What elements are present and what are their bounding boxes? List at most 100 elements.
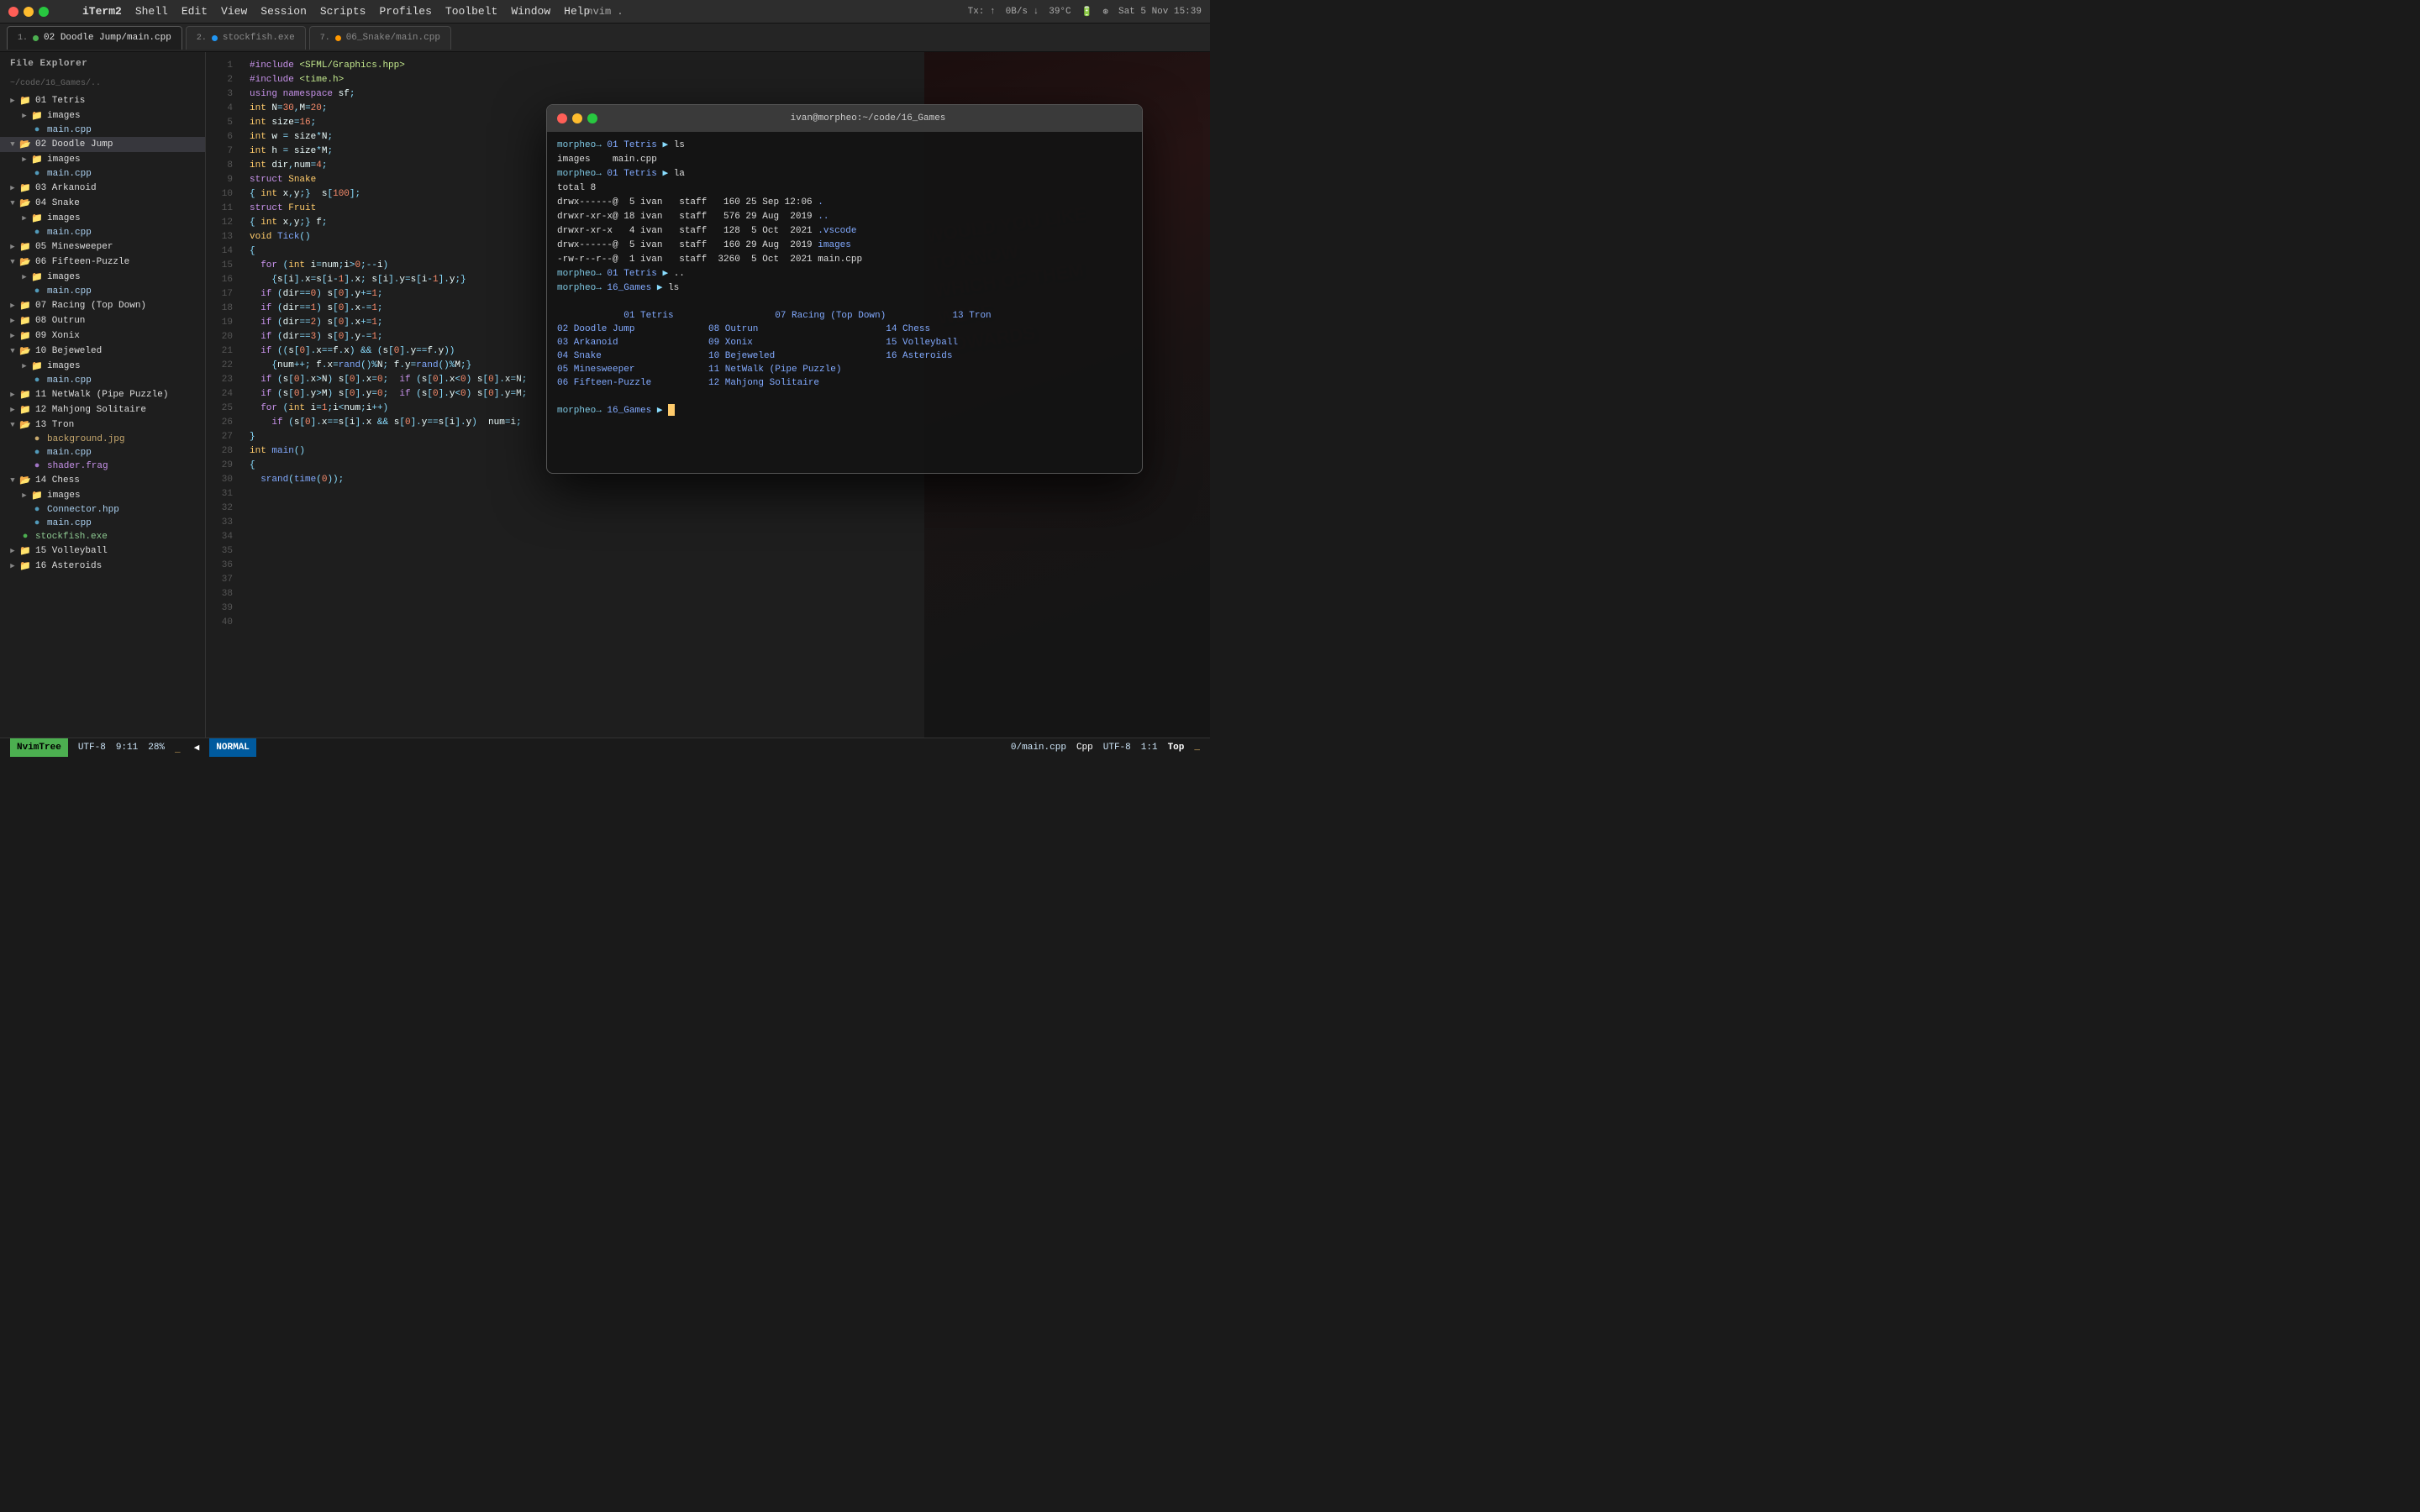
term-line-ls-output: 01 Tetris02 Doodle Jump03 Arkanoid04 Sna… [557,296,1132,403]
tree-folder-08outrun[interactable]: ▶ 📁 08 Outrun [0,313,205,328]
maximize-button[interactable] [39,7,49,17]
tree-folder-04snake[interactable]: ▼ 📂 04 Snake [0,196,205,211]
tree-file-shader-13[interactable]: ● shader.frag [0,459,205,473]
tab-1[interactable]: 1. 02 Doodle Jump/main.cpp [7,26,182,50]
tree-file-main-02[interactable]: ● main.cpp [0,167,205,181]
tab-dot-2 [212,35,218,41]
folder-icon-08: 📁 [18,315,32,327]
arrow-03arkanoid: ▶ [7,184,18,192]
label-10: 10 Bejeweled [35,346,102,356]
folder-icon-01tetris: 📁 [18,95,32,107]
minimize-button[interactable] [24,7,34,17]
tree-folder-13tron[interactable]: ▼ 📂 13 Tron [0,417,205,433]
menu-scripts[interactable]: Scripts [320,5,366,18]
folder-icon-05: 📁 [18,241,32,253]
label-main-06: main.cpp [47,286,92,297]
tree-folder-images-02[interactable]: ▶ 📁 images [0,152,205,167]
tx-label: Tx: ↑ [968,7,996,17]
folder-icon-images-06: 📁 [30,271,44,283]
wifi-icon: ⊛ [1102,6,1108,18]
file-icon-main-04: ● [30,228,44,238]
tab-label-2: stockfish.exe [223,33,295,43]
tree-folder-01tetris[interactable]: ▶ 📁 01 Tetris [0,93,205,108]
tree-folder-06fifteen[interactable]: ▼ 📂 06 Fifteen-Puzzle [0,255,205,270]
terminal-body[interactable]: morpheo→ 01 Tetris ▶ ls images main.cpp … [547,132,1142,473]
tree-folder-10bejeweled[interactable]: ▼ 📂 10 Bejeweled [0,344,205,359]
status-left: NvimTree UTF-8 9:11 28% _ ◀ NORMAL [10,738,256,757]
tree-folder-02doodle[interactable]: ▼ 📂 02 Doodle Jump [0,137,205,152]
label-11: 11 NetWalk (Pipe Puzzle) [35,390,168,400]
terminal-window[interactable]: ivan@morpheo:~/code/16_Games morpheo→ 01… [546,104,1143,474]
tree-file-main-10[interactable]: ● main.cpp [0,374,205,387]
tree-folder-16asteroids[interactable]: ▶ 📁 16 Asteroids [0,559,205,574]
tree-folder-14chess[interactable]: ▼ 📂 14 Chess [0,473,205,488]
tree-folder-12mahjong[interactable]: ▶ 📁 12 Mahjong Solitaire [0,402,205,417]
terminal-max-button[interactable] [587,113,597,123]
menu-window[interactable]: Window [511,5,550,18]
term-line-10: morpheo→ 01 Tetris ▶ .. [557,267,1132,281]
battery-icon: 🔋 [1081,6,1093,18]
normal-mode-badge: NORMAL [209,738,256,757]
arrow-images-04: ▶ [18,214,30,223]
tree-folder-11netwalk[interactable]: ▶ 📁 11 NetWalk (Pipe Puzzle) [0,387,205,402]
tree-folder-images-04[interactable]: ▶ 📁 images [0,211,205,226]
menu-profiles[interactable]: Profiles [379,5,431,18]
file-icon-main-01: ● [30,125,44,135]
folder-icon-07: 📁 [18,300,32,312]
label-main-14: main.cpp [47,518,92,528]
status-enc2: UTF-8 [1103,743,1131,753]
rx-label: 0B/s ↓ [1006,7,1039,17]
tree-file-bg-13[interactable]: ● background.jpg [0,433,205,446]
tab-num-3: 7. [320,34,330,43]
status-encoding: UTF-8 [78,743,106,753]
tab-3[interactable]: 7. 06_Snake/main.cpp [309,26,451,50]
folder-icon-14: 📂 [18,475,32,486]
menu-toolbelt[interactable]: Toolbelt [445,5,497,18]
arrow-10: ▼ [7,347,18,355]
tree-folder-09xonix[interactable]: ▶ 📁 09 Xonix [0,328,205,344]
menu-session[interactable]: Session [260,5,307,18]
folder-icon-10: 📂 [18,345,32,357]
tree-file-main-06[interactable]: ● main.cpp [0,285,205,298]
close-button[interactable] [8,7,18,17]
term-line-6: drwxr-xr-x@ 18 ivan staff 576 29 Aug 201… [557,210,1132,223]
menu-view[interactable]: View [221,5,247,18]
terminal-title: ivan@morpheo:~/code/16_Games [604,113,1132,123]
tree-file-stockfish[interactable]: ● stockfish.exe [0,530,205,543]
folder-icon-images-02: 📁 [30,154,44,165]
label-images-02: images [47,155,81,165]
tree-folder-images-01[interactable]: ▶ 📁 images [0,108,205,123]
terminal-min-button[interactable] [572,113,582,123]
arrow-02doodle: ▼ [7,140,18,149]
tree-folder-07racing[interactable]: ▶ 📁 07 Racing (Top Down) [0,298,205,313]
arrow-images-01: ▶ [18,112,30,120]
tree-file-main-04[interactable]: ● main.cpp [0,226,205,239]
tree-folder-images-06[interactable]: ▶ 📁 images [0,270,205,285]
menu-edit[interactable]: Edit [182,5,208,18]
tree-folder-15volleyball[interactable]: ▶ 📁 15 Volleyball [0,543,205,559]
tree-folder-images-14[interactable]: ▶ 📁 images [0,488,205,503]
tree-file-connector-14[interactable]: ● Connector.hpp [0,503,205,517]
tree-folder-03arkanoid[interactable]: ▶ 📁 03 Arkanoid [0,181,205,196]
terminal-close-button[interactable] [557,113,567,123]
tree-folder-images-10[interactable]: ▶ 📁 images [0,359,205,374]
arrow-05: ▶ [7,243,18,251]
tab-2[interactable]: 2. stockfish.exe [186,26,306,50]
folder-icon-15: 📁 [18,545,32,557]
arrow-images-14: ▶ [18,491,30,500]
tree-file-main-01[interactable]: ● main.cpp [0,123,205,137]
folder-icon-09: 📁 [18,330,32,342]
tree-file-main-14[interactable]: ● main.cpp [0,517,205,530]
menu-bar: iTerm2 Shell Edit View Session Scripts P… [82,5,590,18]
tree-file-main-13[interactable]: ● main.cpp [0,446,205,459]
tree-folder-05minesweeper[interactable]: ▶ 📁 05 Minesweeper [0,239,205,255]
arrow-07: ▶ [7,302,18,310]
status-bar: NvimTree UTF-8 9:11 28% _ ◀ NORMAL 0/mai… [0,738,1210,756]
status-filetype: Cpp [1076,743,1093,753]
folder-icon-images-14: 📁 [30,490,44,501]
menu-iterm2[interactable]: iTerm2 [82,5,122,18]
nvimtree-badge: NvimTree [10,738,68,757]
menu-shell[interactable]: Shell [135,5,168,18]
arrow-15: ▶ [7,547,18,555]
status-position: 9:11 [116,743,138,753]
